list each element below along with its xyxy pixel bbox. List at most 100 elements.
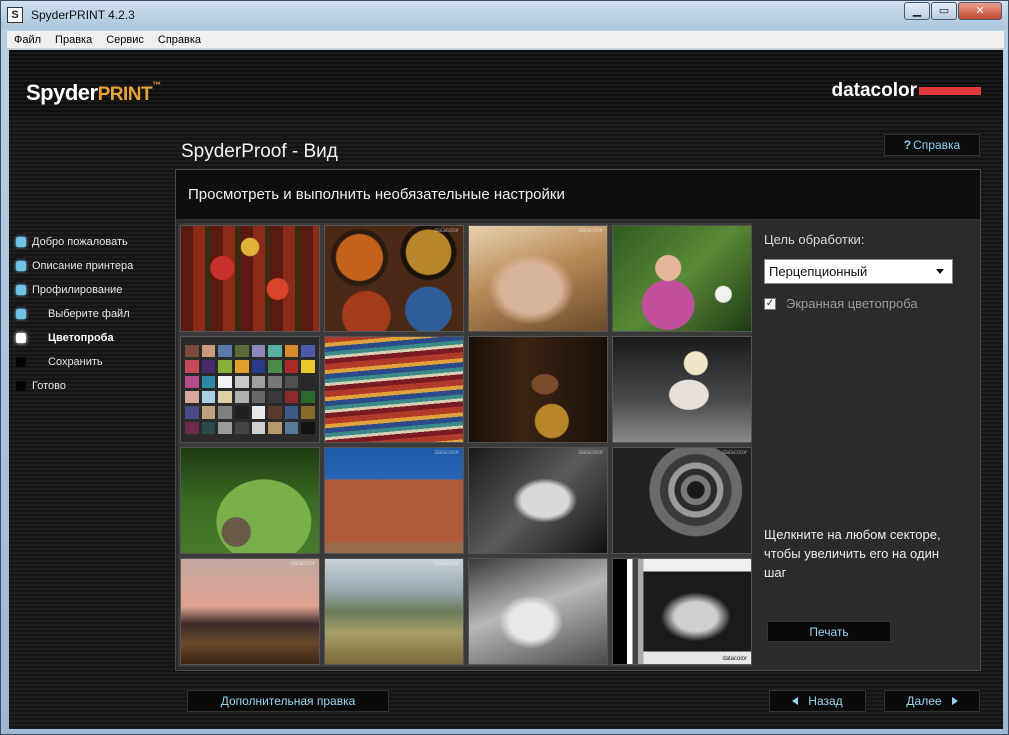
back-button[interactable]: Назад <box>769 690 866 712</box>
step-softproof[interactable]: Цветопроба <box>9 326 179 350</box>
tile-adobe-church[interactable]: datacolor <box>324 447 464 554</box>
softproof-option[interactable]: ✓ Экранная цветопроба <box>764 296 969 311</box>
tile-scooter-bw[interactable] <box>468 558 608 665</box>
wizard-steps: Добро пожаловать Описание принтера Профи… <box>9 230 179 398</box>
step-label: Цветопроба <box>48 332 114 344</box>
color-swatch <box>201 375 216 388</box>
help-button[interactable]: ? Справка <box>884 134 980 156</box>
color-swatch <box>185 390 199 404</box>
color-swatch <box>218 375 232 388</box>
tile-guitar-player[interactable] <box>468 336 608 443</box>
color-swatch <box>201 345 216 358</box>
maximize-button[interactable]: ▭ <box>931 2 957 20</box>
step-done: Готово <box>9 374 179 398</box>
print-button[interactable]: Печать <box>767 621 891 642</box>
tile-bw-test-chart[interactable]: datacolor <box>612 558 752 665</box>
tile-watermark: datacolor <box>290 561 315 567</box>
tile-watermark: datacolor <box>434 228 459 234</box>
tile-watermark: datacolor <box>578 450 603 456</box>
next-label: Далее <box>906 694 942 708</box>
tile-painted-plates[interactable]: datacolor <box>324 225 464 332</box>
rendering-intent-value: Перцепционный <box>769 264 868 279</box>
app-content: SpyderPRINT™ datacolor Добро пожаловать … <box>9 50 1003 729</box>
menu-help[interactable]: Справка <box>151 34 208 46</box>
title-bar[interactable]: S SpyderPRINT 4.2.3 ▁ ▭ ✕ <box>1 1 1008 29</box>
step-label: Описание принтера <box>32 260 134 272</box>
app-icon: S <box>7 7 23 23</box>
logo-trademark: ™ <box>152 80 161 90</box>
back-label: Назад <box>808 694 843 708</box>
tile-peppers[interactable] <box>180 225 320 332</box>
step-label: Готово <box>32 380 66 392</box>
tile-marilyn-collage[interactable] <box>612 336 752 443</box>
tile-bw-portrait[interactable]: datacolor <box>468 447 608 554</box>
color-swatch <box>218 345 232 358</box>
step-indicator-icon <box>16 237 26 247</box>
color-swatch <box>284 406 299 419</box>
logo-accent: PRINT <box>97 84 153 105</box>
menu-service[interactable]: Сервис <box>99 34 151 46</box>
color-swatch <box>201 390 216 404</box>
color-swatch <box>251 345 266 358</box>
color-swatch <box>301 360 315 373</box>
step-profiling[interactable]: Профилирование <box>9 278 179 302</box>
page-title: SpyderProof - Вид <box>181 141 338 162</box>
menu-file[interactable]: Файл <box>7 34 48 46</box>
tile-textiles[interactable] <box>324 336 464 443</box>
step-select-file[interactable]: Выберите файл <box>9 302 179 326</box>
step-label: Профилирование <box>32 284 123 296</box>
menu-edit[interactable]: Правка <box>48 34 99 46</box>
step-label: Сохранить <box>48 356 103 368</box>
color-swatch <box>251 406 266 419</box>
zoom-hint: Щелкните на любом секторе, чтобы увеличи… <box>764 527 941 580</box>
step-printer-description[interactable]: Описание принтера <box>9 254 179 278</box>
tile-watermark: datacolor <box>722 656 747 662</box>
color-swatch <box>234 345 249 358</box>
tile-sunset-field[interactable]: datacolor <box>180 558 320 665</box>
color-swatch <box>234 360 249 373</box>
chevron-down-icon <box>936 269 944 274</box>
step-indicator-icon <box>16 333 26 343</box>
color-swatch <box>218 406 232 419</box>
step-label: Добро пожаловать <box>32 236 128 248</box>
color-swatch <box>234 390 249 404</box>
color-swatch <box>301 345 315 358</box>
datacolor-bar <box>919 86 981 95</box>
step-welcome[interactable]: Добро пожаловать <box>9 230 179 254</box>
step-indicator-icon <box>16 381 26 391</box>
close-button[interactable]: ✕ <box>958 2 1002 20</box>
softproof-checkbox[interactable]: ✓ <box>764 297 776 310</box>
tile-watermark: datacolor <box>722 450 747 456</box>
tile-watermark: datacolor <box>578 228 603 234</box>
color-swatch <box>185 421 199 434</box>
app-header: SpyderPRINT™ datacolor <box>9 50 1003 116</box>
color-swatch <box>185 406 199 419</box>
minimize-button[interactable]: ▁ <box>904 2 930 20</box>
tile-woman-face[interactable]: datacolor <box>468 225 608 332</box>
color-swatch <box>201 421 216 434</box>
color-swatch <box>218 390 232 404</box>
tile-girl-flowers[interactable] <box>612 225 752 332</box>
tile-color-checker[interactable] <box>180 336 320 443</box>
rendering-intent-select[interactable]: Перцепционный <box>764 259 953 284</box>
window-title: SpyderPRINT 4.2.3 <box>31 8 135 22</box>
color-swatch <box>284 345 299 358</box>
help-label: Справка <box>913 138 961 152</box>
step-indicator-icon <box>16 261 26 271</box>
tile-tuscan-hills[interactable]: datacolor <box>324 558 464 665</box>
color-swatch <box>301 406 315 419</box>
next-button[interactable]: Далее <box>884 690 980 712</box>
tile-garden-urn[interactable] <box>180 447 320 554</box>
color-swatch <box>268 360 282 373</box>
extra-edit-button[interactable]: Дополнительная правка <box>187 690 389 712</box>
step-save: Сохранить <box>9 350 179 374</box>
color-swatch <box>251 375 266 388</box>
tile-spiral-staircase[interactable]: datacolor <box>612 447 752 554</box>
softproof-panel: Просмотреть и выполнить необязательные н… <box>175 169 981 671</box>
color-swatch <box>284 421 299 434</box>
proof-controls: Цель обработки: Перцепционный ✓ Экранная… <box>764 232 969 311</box>
color-swatch <box>234 406 249 419</box>
datacolor-text: datacolor <box>831 80 917 101</box>
color-swatch <box>268 390 282 404</box>
spyderprint-logo: SpyderPRINT™ <box>26 80 161 106</box>
